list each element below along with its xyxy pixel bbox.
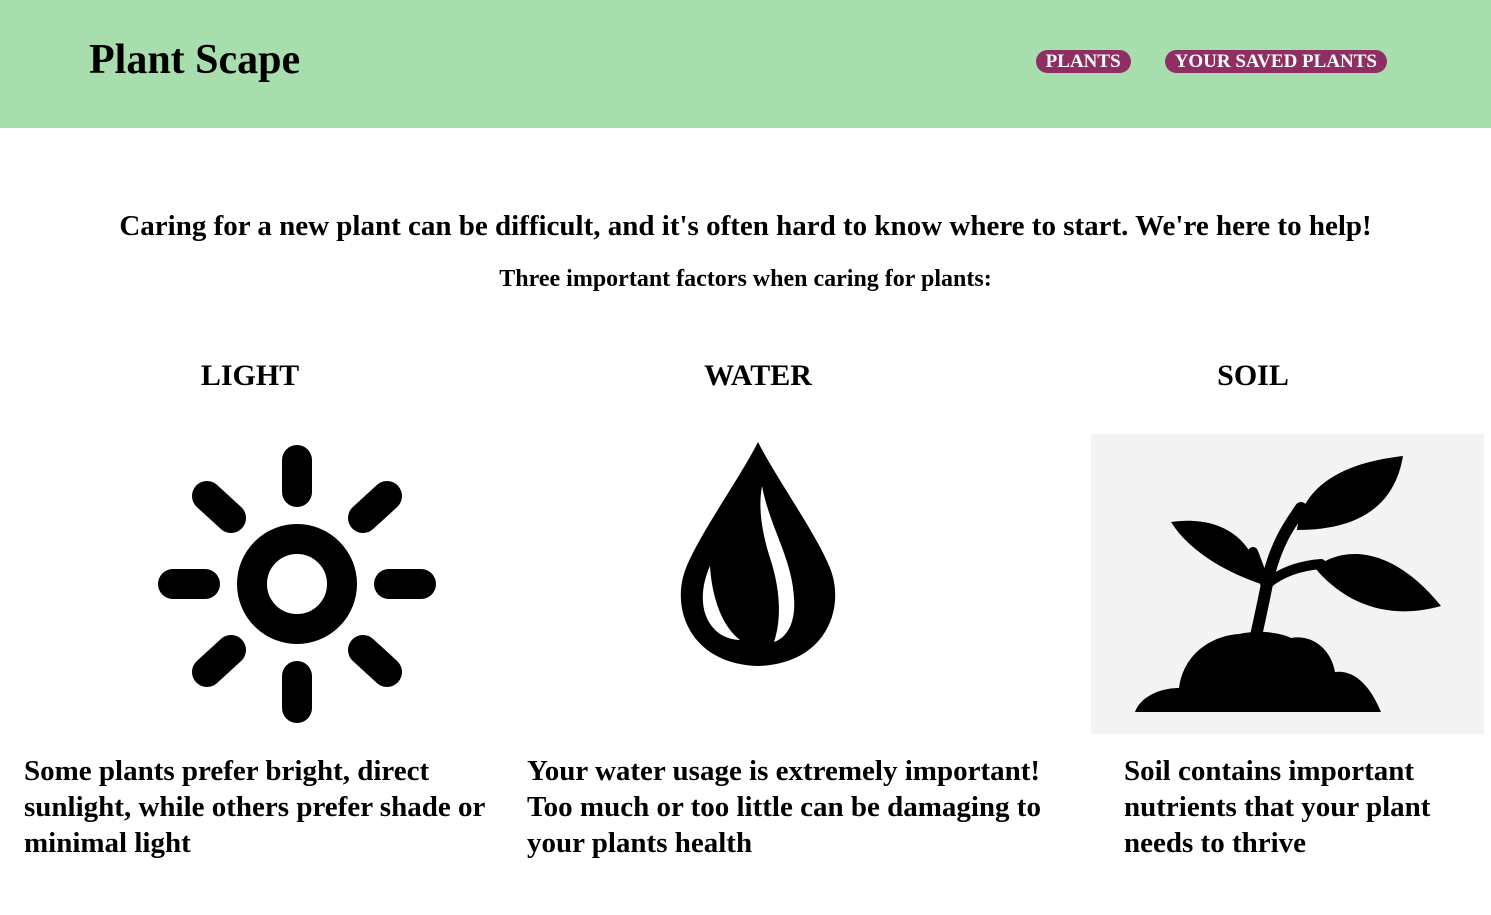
intro-subheadline: Three important factors when caring for … — [499, 266, 992, 292]
nav-plants-button[interactable]: PLANTS — [1035, 50, 1131, 73]
nav-saved-plants-button[interactable]: YOUR SAVED PLANTS — [1164, 50, 1387, 73]
sun-icon — [140, 430, 452, 740]
factor-title-soil: SOIL — [1217, 359, 1289, 392]
sprout-icon — [1091, 434, 1484, 734]
factor-title-water: WATER — [704, 359, 812, 392]
water-drop-icon — [670, 438, 845, 670]
factor-text-water: Your water usage is extremely important!… — [527, 755, 1041, 859]
factor-text-soil: Soil contains important nutrients that y… — [1124, 755, 1431, 859]
intro-headline: Caring for a new plant can be difficult,… — [119, 210, 1372, 242]
factor-title-light: LIGHT — [200, 359, 300, 392]
site-header: Plant Scape PLANTS YOUR SAVED PLANTS — [0, 0, 1491, 128]
factor-text-light: Some plants prefer bright, direct sunlig… — [24, 755, 485, 859]
main-nav: PLANTS YOUR SAVED PLANTS — [1035, 50, 1387, 73]
site-brand[interactable]: Plant Scape — [89, 36, 300, 84]
